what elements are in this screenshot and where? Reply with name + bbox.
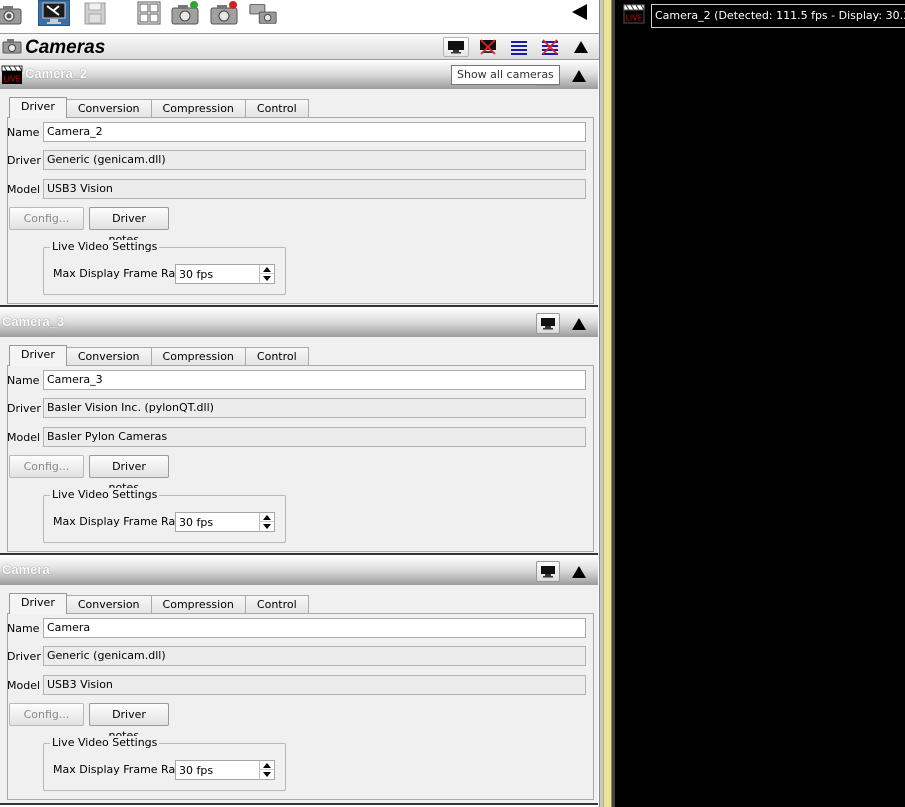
spin-down-icon[interactable] <box>259 770 274 779</box>
frame-rate-label: Max Display Frame Rate <box>53 763 187 776</box>
spin-down-icon[interactable] <box>259 522 274 531</box>
remove-list-icon[interactable] <box>537 37 563 57</box>
driver-notes-button[interactable]: Driver notes... <box>89 207 169 246</box>
tab-compression[interactable]: Compression <box>150 347 246 366</box>
config-button[interactable]: Config... <box>9 207 84 230</box>
cameras-panel-header: Cameras <box>0 33 600 60</box>
name-label: Name <box>7 374 40 387</box>
show-all-cameras-tooltip: Show all cameras <box>451 65 560 85</box>
close-monitor-icon[interactable] <box>475 37 501 57</box>
cameras-panel-title: Cameras <box>25 37 106 58</box>
model-field: Basler Pylon Cameras <box>43 427 586 447</box>
camera-record-icon[interactable] <box>209 0 239 26</box>
video-status-label: Camera_2 (Detected: 111.5 fps - Display:… <box>651 4 905 28</box>
driver-field: Generic (genicam.dll) <box>43 150 586 170</box>
group-title: Live Video Settings <box>50 240 160 253</box>
tab-driver[interactable]: Driver <box>9 593 67 614</box>
group-title: Live Video Settings <box>50 736 160 749</box>
camera-panel-header: Camera <box>0 557 598 585</box>
list-icon[interactable] <box>506 37 532 57</box>
model-field: USB3 Vision <box>43 675 586 695</box>
group-title: Live Video Settings <box>50 488 160 501</box>
camera-name-field[interactable]: Camera <box>43 618 586 638</box>
live-icon: LIVE <box>1 65 23 88</box>
svg-text:LIVE: LIVE <box>625 14 642 23</box>
camera-tabs: Driver Conversion Compression Control <box>9 345 309 366</box>
model-field: USB3 Vision <box>43 179 586 199</box>
driver-field: Basler Vision Inc. (pylonQT.dll) <box>43 398 586 418</box>
driver-notes-button[interactable]: Driver notes... <box>89 455 169 494</box>
tab-compression[interactable]: Compression <box>150 595 246 614</box>
frame-rate-value: 30 fps <box>179 516 214 529</box>
spin-up-icon[interactable] <box>259 761 274 770</box>
name-label: Name <box>7 622 40 635</box>
camera-title: Camera <box>2 562 50 577</box>
camera-panel: Camera_3 Driver Conversion Compression C… <box>0 309 598 555</box>
tab-control[interactable]: Control <box>244 595 309 614</box>
frame-rate-label: Max Display Frame Rate <box>53 515 187 528</box>
camera-tabs: Driver Conversion Compression Control <box>9 97 309 118</box>
left-arrow-icon[interactable] <box>569 1 591 23</box>
live-video-view[interactable]: LIVE Camera_2 (Detected: 111.5 fps - Dis… <box>612 0 905 807</box>
camera-green-icon[interactable] <box>170 0 200 26</box>
camera-icon <box>2 38 22 57</box>
tab-driver[interactable]: Driver <box>9 97 67 118</box>
model-label: Model <box>7 431 41 444</box>
model-label: Model <box>7 183 41 196</box>
tab-control[interactable]: Control <box>244 99 309 118</box>
driver-label: Driver <box>7 402 41 415</box>
live-video-settings-group: Live Video Settings Max Display Frame Ra… <box>43 240 286 295</box>
driver-label: Driver <box>7 154 41 167</box>
frame-rate-label: Max Display Frame Rate <box>53 267 187 280</box>
svg-text:LIVE: LIVE <box>3 75 20 84</box>
panel-splitter[interactable] <box>603 0 612 807</box>
main-toolbar <box>0 0 600 32</box>
driver-notes-button[interactable]: Driver notes... <box>89 703 169 742</box>
collapse-up-icon[interactable] <box>567 313 591 334</box>
camera-title: Camera_3 <box>2 314 65 329</box>
tab-conversion[interactable]: Conversion <box>65 99 152 118</box>
camera-name-field[interactable]: Camera_2 <box>43 122 586 142</box>
collapse-up-icon[interactable] <box>567 65 591 86</box>
settings-monitor-icon[interactable] <box>38 0 70 26</box>
config-button[interactable]: Config... <box>9 455 84 478</box>
driver-field: Generic (genicam.dll) <box>43 646 586 666</box>
frame-rate-spinbox[interactable]: 30 fps <box>175 264 275 284</box>
camera-panel: Camera Driver Conversion Compression Con… <box>0 557 598 805</box>
spin-up-icon[interactable] <box>259 513 274 522</box>
camera-panel-header: Camera_3 <box>0 309 598 337</box>
driver-label: Driver <box>7 650 41 663</box>
spin-down-icon[interactable] <box>259 274 274 283</box>
frame-rate-spinbox[interactable]: 30 fps <box>175 760 275 780</box>
live-icon: LIVE <box>623 4 645 27</box>
grid-layout-icon[interactable] <box>134 0 164 26</box>
tab-conversion[interactable]: Conversion <box>65 347 152 366</box>
collapse-up-icon[interactable] <box>567 561 591 582</box>
camera-title: Camera_2 <box>25 66 88 81</box>
tab-driver[interactable]: Driver <box>9 345 67 366</box>
save-disk-icon[interactable] <box>80 0 110 26</box>
live-video-settings-group: Live Video Settings Max Display Frame Ra… <box>43 736 286 791</box>
frame-rate-value: 30 fps <box>179 764 214 777</box>
frame-rate-value: 30 fps <box>179 268 214 281</box>
name-label: Name <box>7 126 40 139</box>
tab-conversion[interactable]: Conversion <box>65 595 152 614</box>
tab-control[interactable]: Control <box>244 347 309 366</box>
show-camera-monitor-button[interactable] <box>536 561 560 582</box>
frame-rate-spinbox[interactable]: 30 fps <box>175 512 275 532</box>
monitor-icon[interactable] <box>443 37 469 57</box>
camera-tabs: Driver Conversion Compression Control <box>9 593 309 614</box>
model-label: Model <box>7 679 41 692</box>
spin-up-icon[interactable] <box>259 265 274 274</box>
camera-name-field[interactable]: Camera_3 <box>43 370 586 390</box>
live-video-settings-group: Live Video Settings Max Display Frame Ra… <box>43 488 286 543</box>
camera-icon[interactable] <box>0 0 24 26</box>
collapse-up-icon[interactable] <box>568 37 594 57</box>
camera-panel: LIVE Camera_2 Driver Conversion Compress… <box>0 61 598 307</box>
multi-camera-icon[interactable] <box>248 0 278 26</box>
config-button[interactable]: Config... <box>9 703 84 726</box>
tab-compression[interactable]: Compression <box>150 99 246 118</box>
show-camera-monitor-button[interactable] <box>536 313 560 334</box>
